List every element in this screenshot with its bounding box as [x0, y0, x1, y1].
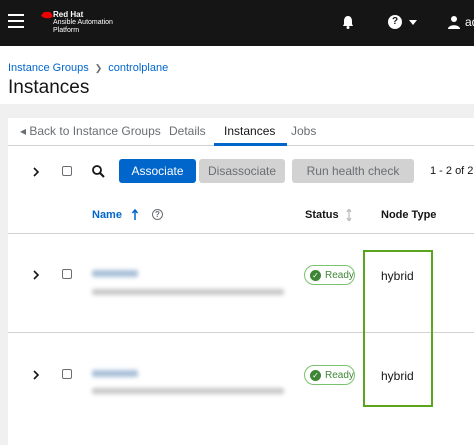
breadcrumb-instance-groups[interactable]: Instance Groups — [8, 62, 89, 74]
expand-all-icon[interactable] — [32, 167, 40, 177]
row-checkbox[interactable] — [62, 369, 72, 379]
sort-icon[interactable] — [346, 209, 352, 221]
column-header-status[interactable]: Status — [305, 209, 339, 221]
user-icon[interactable] — [447, 15, 461, 29]
search-icon[interactable] — [92, 165, 105, 178]
row-expand-icon[interactable] — [32, 270, 40, 280]
user-name[interactable]: ad — [465, 15, 474, 29]
column-header-node-type: Node Type — [381, 209, 437, 221]
instance-detail-redacted — [92, 289, 284, 295]
redhat-logo-icon — [41, 11, 53, 19]
page-title: Instances — [8, 77, 90, 98]
chevron-down-icon[interactable] — [409, 20, 417, 25]
disassociate-button[interactable]: Disassociate — [199, 159, 285, 183]
instance-name-redacted[interactable] — [92, 270, 138, 277]
instances-card: ◂ Back to Instance Groups Details Instan… — [8, 118, 474, 445]
masthead: Red Hat Ansible Automation Platform ? ad — [0, 0, 474, 46]
brand-line-3: Platform — [53, 27, 80, 34]
row-expand-icon[interactable] — [32, 370, 40, 380]
tab-details[interactable]: Details — [169, 124, 206, 138]
check-circle-icon: ✓ — [310, 370, 321, 381]
column-header-name[interactable]: Name — [92, 209, 122, 221]
page-header: Instance Groups ❯ controlplane Instances — [0, 46, 474, 104]
help-icon[interactable]: ? — [388, 15, 402, 29]
brand-line-2: Ansible Automation — [53, 19, 113, 26]
row-checkbox[interactable] — [62, 269, 72, 279]
check-circle-icon: ✓ — [310, 270, 321, 281]
status-label: Ready — [325, 370, 354, 381]
tab-bar: ◂ Back to Instance Groups Details Instan… — [8, 118, 474, 146]
table-header-divider — [8, 233, 474, 234]
tab-instances[interactable]: Instances — [224, 124, 275, 138]
status-badge: ✓ Ready — [304, 265, 355, 285]
bell-icon[interactable] — [341, 15, 355, 29]
brand-line-1: Red Hat — [53, 10, 84, 19]
question-circle-icon[interactable]: ? — [152, 209, 163, 220]
status-badge: ✓ Ready — [304, 365, 355, 385]
associate-button[interactable]: Associate — [119, 159, 196, 183]
tab-back-to-instance-groups[interactable]: ◂ Back to Instance Groups — [20, 124, 161, 138]
instance-name-redacted[interactable] — [92, 370, 138, 377]
breadcrumb-controlplane[interactable]: controlplane — [108, 62, 168, 74]
select-all-checkbox[interactable] — [62, 166, 72, 176]
breadcrumb: Instance Groups ❯ controlplane — [8, 62, 168, 74]
sort-ascending-icon[interactable] — [132, 209, 138, 220]
tab-jobs[interactable]: Jobs — [291, 124, 316, 138]
node-type-highlight — [363, 250, 433, 407]
chevron-right-icon: ❯ — [94, 63, 103, 73]
status-label: Ready — [325, 270, 354, 281]
active-tab-indicator — [214, 143, 287, 146]
menu-icon[interactable] — [8, 14, 24, 28]
pagination-info[interactable]: 1 - 2 of 2 — [430, 165, 473, 177]
run-health-check-button[interactable]: Run health check — [292, 159, 414, 183]
instance-detail-redacted — [92, 388, 284, 394]
